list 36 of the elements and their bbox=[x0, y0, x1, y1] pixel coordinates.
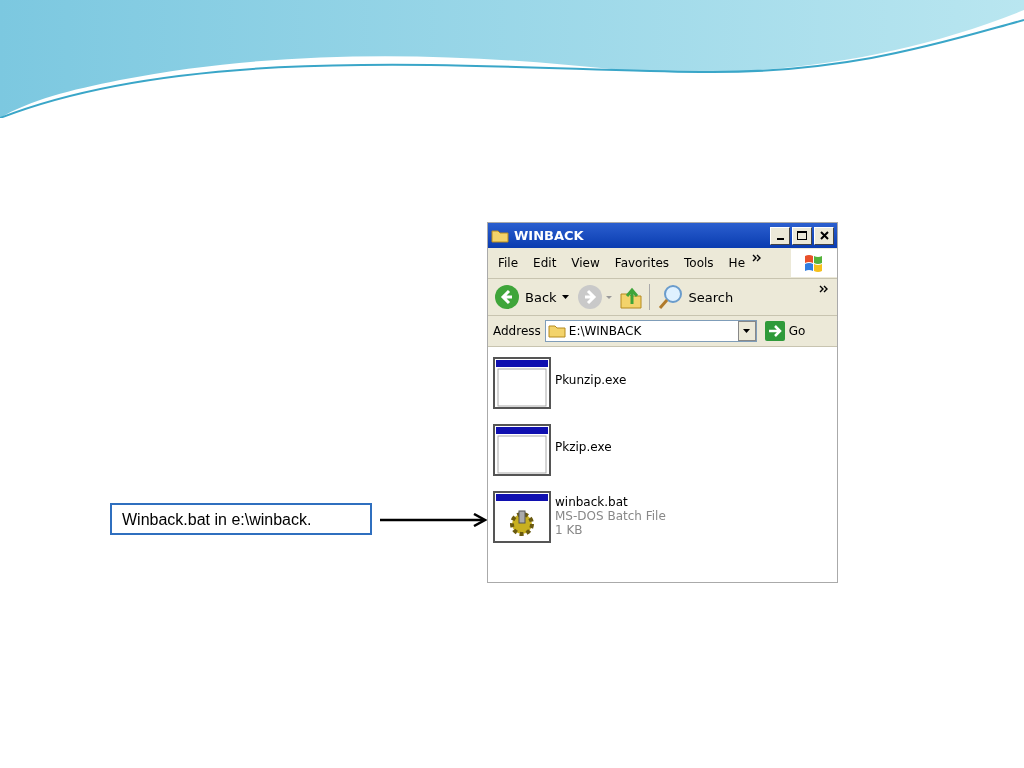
chevron-icon[interactable] bbox=[752, 254, 762, 262]
program-window-icon[interactable] bbox=[493, 424, 551, 476]
menu-item[interactable]: View bbox=[571, 256, 600, 270]
minimize-icon bbox=[776, 237, 784, 240]
caret-icon bbox=[743, 329, 751, 333]
menu-item[interactable]: He bbox=[728, 256, 745, 270]
go-button[interactable]: Go bbox=[760, 321, 806, 341]
program-window-icon[interactable] bbox=[493, 357, 551, 409]
caret-icon bbox=[561, 295, 569, 299]
close-button[interactable] bbox=[814, 226, 834, 245]
address-field[interactable]: E:\WINBACK bbox=[544, 320, 757, 342]
folder-icon bbox=[547, 324, 566, 338]
maximize-icon bbox=[797, 231, 807, 240]
search-button[interactable]: Search bbox=[655, 284, 736, 310]
close-icon bbox=[819, 231, 829, 240]
window-title: WINBACK bbox=[514, 228, 585, 243]
menu-item[interactable]: File bbox=[498, 256, 519, 270]
address-label: Address bbox=[493, 324, 541, 338]
file-detail: MS-DOS Batch File bbox=[555, 509, 666, 523]
minimize-button[interactable] bbox=[770, 226, 790, 245]
menu-item[interactable]: Edit bbox=[533, 256, 557, 270]
file-name[interactable]: Pkzip.exe bbox=[555, 440, 612, 454]
dropdown-button[interactable] bbox=[737, 321, 756, 341]
menu-item[interactable]: Favorites bbox=[614, 256, 670, 270]
gear-window-icon[interactable] bbox=[493, 491, 551, 543]
callout-box: Winback.bat in e:\winback. bbox=[110, 503, 372, 535]
file-name[interactable]: winback.bat bbox=[555, 495, 666, 509]
file-detail: 1 KB bbox=[555, 523, 584, 537]
back-button[interactable]: Back bbox=[492, 284, 571, 310]
menu-item[interactable]: Tools bbox=[684, 256, 714, 270]
folder-icon bbox=[491, 228, 509, 243]
search-icon bbox=[657, 284, 684, 310]
file-name[interactable]: Pkunzip.exe bbox=[555, 373, 627, 387]
arrow-icon bbox=[764, 321, 785, 341]
maximize-button[interactable] bbox=[792, 226, 812, 245]
chevron-icon[interactable] bbox=[819, 285, 829, 293]
